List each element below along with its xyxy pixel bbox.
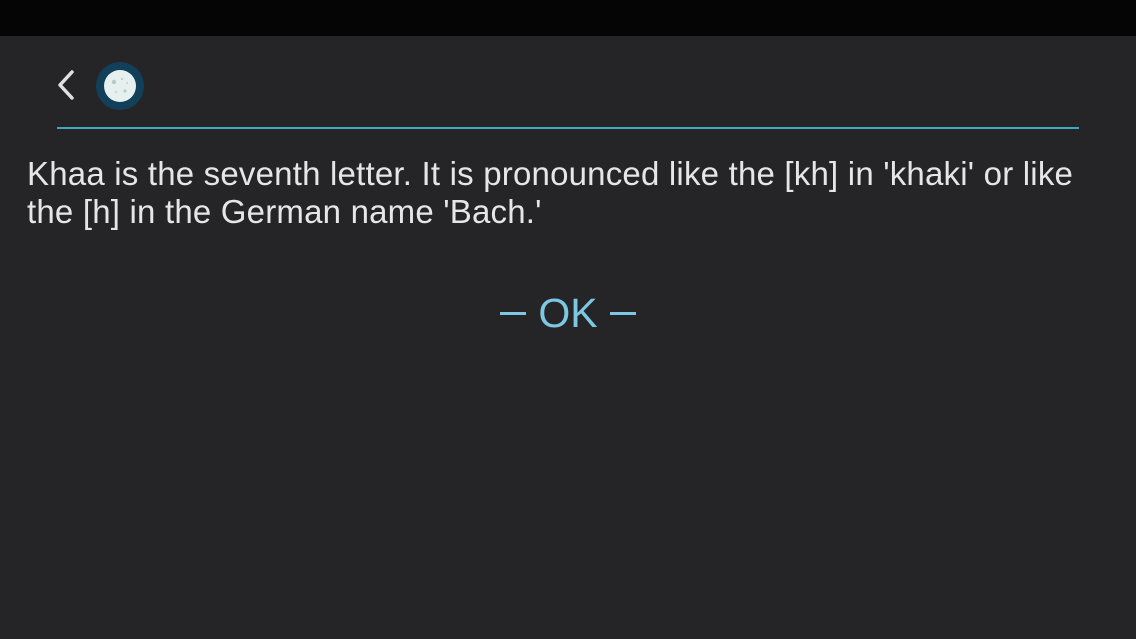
- right-dash-decoration: [609, 311, 636, 315]
- lesson-text: Khaa is the seventh letter. It is pronou…: [27, 155, 1074, 230]
- chevron-left-icon: [58, 70, 74, 100]
- header: [0, 36, 1136, 130]
- ok-label: OK: [538, 289, 598, 336]
- moon-icon: [96, 62, 144, 110]
- left-dash-decoration: [500, 311, 527, 315]
- ok-button[interactable]: OK: [488, 288, 648, 338]
- status-bar: [0, 0, 1136, 36]
- back-button[interactable]: [50, 64, 82, 106]
- header-divider: [57, 127, 1079, 129]
